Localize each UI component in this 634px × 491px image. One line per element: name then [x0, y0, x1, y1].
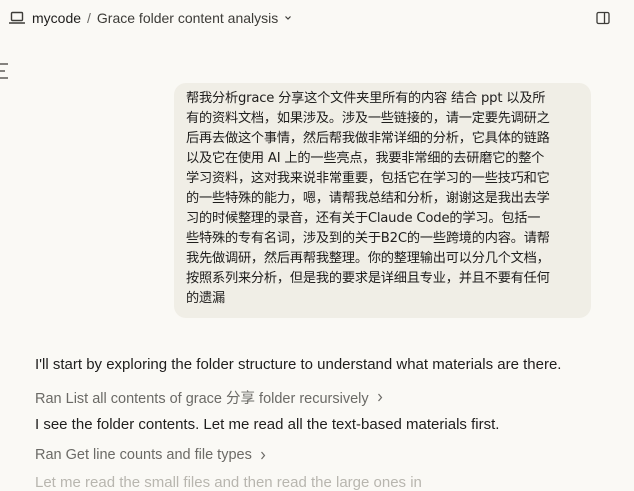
tool-call-1[interactable]: Ran List all contents of grace 分享 folder…	[35, 387, 383, 408]
chevron-down-icon[interactable]	[284, 14, 292, 22]
sidebar-toggle-icon[interactable]	[595, 10, 611, 26]
breadcrumb: mycode / Grace folder content analysis	[32, 10, 292, 26]
assistant-message-3: Let me read the small files and then rea…	[35, 474, 422, 491]
menu-icon[interactable]	[0, 62, 8, 80]
laptop-icon	[9, 11, 25, 24]
breadcrumb-separator: /	[87, 10, 91, 26]
user-message: 帮我分析grace 分享这个文件夹里所有的内容 结合 ppt 以及所 有的资料文…	[174, 83, 591, 318]
assistant-message-1: I'll start by exploring the folder struc…	[35, 356, 562, 373]
tool-call-label: Ran List all contents of grace 分享 folder…	[35, 391, 369, 407]
user-message-text: 帮我分析grace 分享这个文件夹里所有的内容 结合 ppt 以及所 有的资料文…	[186, 91, 550, 306]
assistant-message-2: I see the folder contents. Let me read a…	[35, 416, 500, 433]
chevron-right-icon	[260, 451, 266, 459]
conversation-title[interactable]: Grace folder content analysis	[97, 10, 278, 26]
tool-call-label: Ran Get line counts and file types	[35, 447, 252, 463]
top-bar: mycode / Grace folder content analysis	[0, 0, 634, 36]
chevron-right-icon	[377, 393, 382, 402]
tool-call-2[interactable]: Ran Get line counts and file types	[35, 447, 266, 463]
project-name[interactable]: mycode	[32, 10, 81, 26]
